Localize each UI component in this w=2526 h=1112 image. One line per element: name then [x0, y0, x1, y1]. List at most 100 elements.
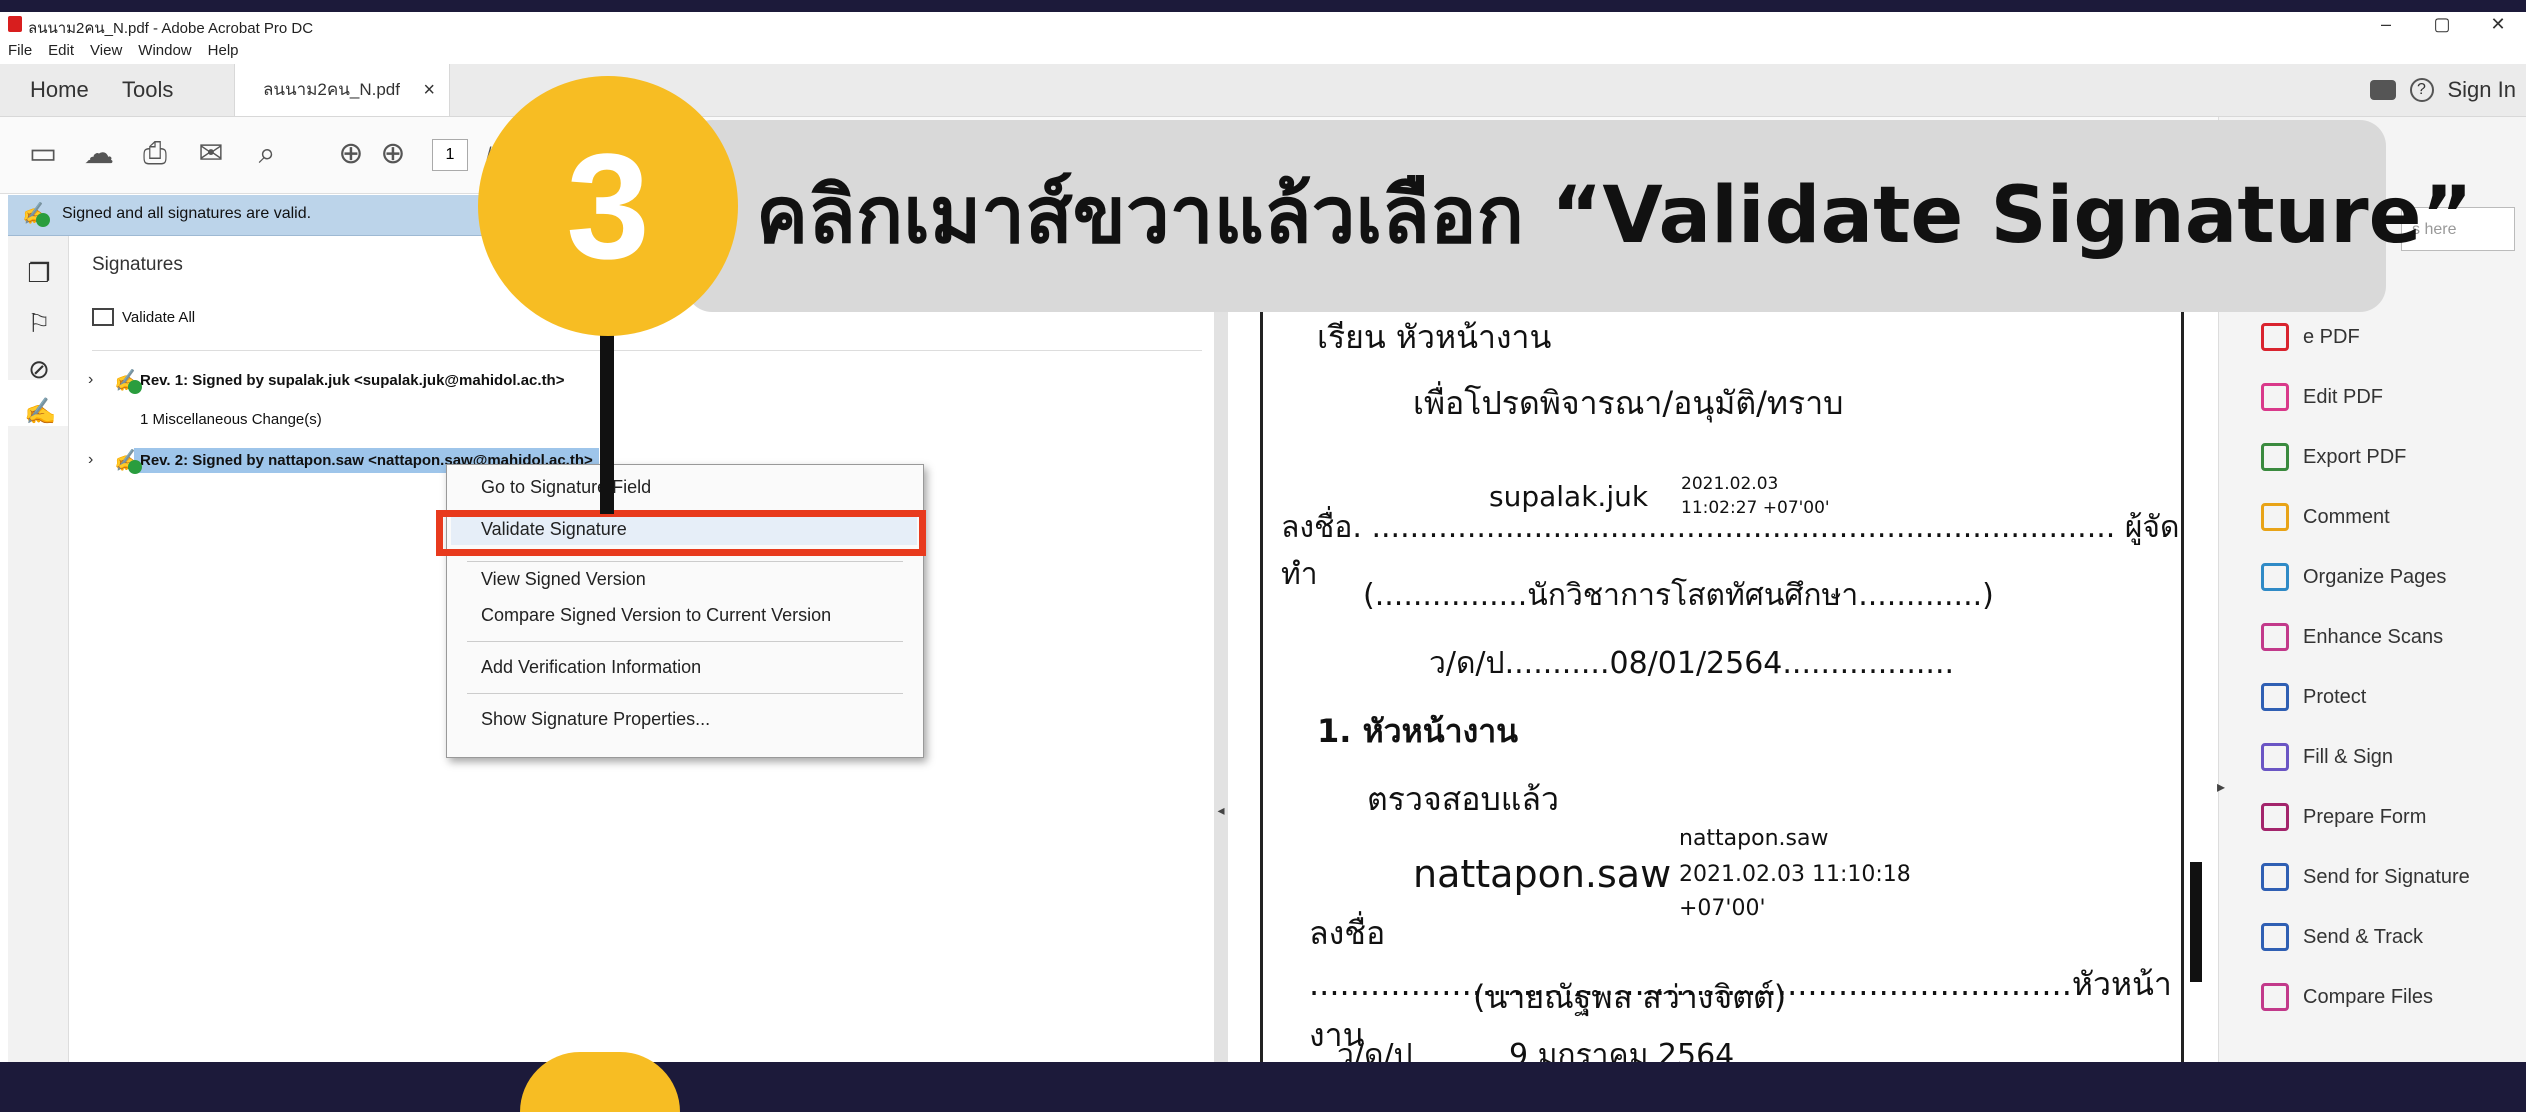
tab-tools[interactable]: Tools	[122, 64, 173, 116]
compare-signed-version-item[interactable]: Compare Signed Version to Current Versio…	[481, 605, 831, 626]
prev-page-icon[interactable]: ⊕	[334, 137, 368, 171]
tool-icon	[2261, 743, 2289, 771]
doc-sig1-position: (................นักวิชาการโสตทัศนศึกษา.…	[1363, 578, 1994, 613]
menu-view[interactable]: View	[90, 42, 122, 59]
doc-sig2-person: (นายณัฐพล สว่างจิตต์)	[1473, 978, 1787, 1016]
doc-purpose: เพื่อโปรดพิจารณา/อนุมัติ/ทราบ	[1413, 384, 1844, 422]
signature-panel-icon[interactable]: ✍	[24, 396, 56, 426]
sign-in-link[interactable]: Sign In	[2448, 77, 2517, 103]
tool-label: Send for Signature	[2303, 865, 2470, 888]
page-thumbnails-icon[interactable]: ❐	[24, 258, 54, 288]
menu-separator	[467, 641, 903, 642]
instruction-text: คลิกเมาส์ขวาแล้วเลือก “Validate Signatur…	[756, 171, 2473, 261]
tool-label: Edit PDF	[2303, 385, 2384, 408]
instruction-banner: คลิกเมาส์ขวาแล้วเลือก “Validate Signatur…	[686, 120, 2473, 312]
tool-label: Send & Track	[2303, 925, 2424, 948]
document-view: เรียน หัวหน้างาน เพื่อโปรดพิจารณา/อนุมัต…	[1228, 236, 2218, 1062]
show-signature-properties-item[interactable]: Show Signature Properties...	[481, 709, 710, 730]
doc-checked: ตรวจสอบแล้ว	[1367, 780, 1559, 818]
tab-bar: Home Tools ลนนาม2คน_N.pdf × ? Sign In	[0, 64, 2526, 117]
go-to-signature-field-item[interactable]: Go to Signature Field	[481, 477, 651, 498]
window-controls: – ▢ ✕	[2358, 12, 2526, 38]
chat-icon[interactable]	[2369, 80, 2396, 100]
close-tab-icon[interactable]: ×	[423, 64, 435, 116]
tool-label: Organize Pages	[2303, 565, 2447, 588]
tool-organize-pages[interactable]: Organize Pages	[2261, 557, 2446, 597]
expand-pane-icon[interactable]: ▸	[2217, 777, 2225, 797]
page-number-input[interactable]: 1	[432, 139, 468, 171]
tool-send-for-signature[interactable]: Send for Signature	[2261, 857, 2470, 897]
left-nav-rail: ❐ ⚐ ⊘ ✍	[8, 236, 69, 1062]
tool-icon	[2261, 683, 2289, 711]
acrobat-window: ลนนาม2คน_N.pdf - Adobe Acrobat Pro DC – …	[0, 12, 2526, 1062]
restore-button[interactable]: ▢	[2414, 12, 2470, 38]
doc-to-line: เรียน หัวหน้างาน	[1317, 318, 1552, 356]
save-icon[interactable]: ▭	[26, 137, 60, 171]
tool-enhance-scans[interactable]: Enhance Scans	[2261, 617, 2443, 657]
tool-prepare-form[interactable]: Prepare Form	[2261, 797, 2426, 837]
panel-splitter[interactable]	[1214, 236, 1228, 1062]
doc-sig2-name: nattapon.saw	[1413, 852, 1672, 896]
doc-section-1: 1. หัวหน้างาน	[1317, 712, 1519, 750]
window-title: ลนนาม2คน_N.pdf - Adobe Acrobat Pro DC	[28, 20, 314, 37]
attachment-icon[interactable]: ⊘	[24, 354, 54, 384]
tool-fill-sign[interactable]: Fill & Sign	[2261, 737, 2393, 777]
tool-icon	[2261, 923, 2289, 951]
tool-e-pdf[interactable]: e PDF	[2261, 317, 2360, 357]
tool-comment[interactable]: Comment	[2261, 497, 2390, 537]
tab-document[interactable]: ลนนาม2คน_N.pdf ×	[234, 64, 450, 116]
tool-icon	[2261, 443, 2289, 471]
tool-label: Protect	[2303, 685, 2367, 708]
signature-status-text: Signed and all signatures are valid.	[62, 205, 312, 222]
help-icon[interactable]: ?	[2409, 78, 2434, 102]
tool-export-pdf[interactable]: Export PDF	[2261, 437, 2406, 477]
view-signed-version-item[interactable]: View Signed Version	[481, 569, 646, 590]
tool-label: e PDF	[2303, 325, 2360, 348]
misc-changes: 1 Miscellaneous Change(s)	[140, 411, 322, 428]
doc-sig2-date-label: ว/ด/ป	[1337, 1038, 1413, 1062]
expand-chevron-icon[interactable]: ›	[88, 371, 102, 389]
tool-icon	[2261, 983, 2289, 1011]
tool-send-track[interactable]: Send & Track	[2261, 917, 2423, 957]
doc-sig2-date-value: 9 มกราคม 2564	[1509, 1038, 1735, 1062]
doc-sig2-small-name: nattapon.saw	[1679, 826, 1829, 851]
step-badge: 3	[478, 76, 738, 336]
menu-separator	[467, 693, 903, 694]
expand-chevron-icon[interactable]: ›	[88, 451, 102, 469]
tool-label: Comment	[2303, 505, 2390, 528]
tool-label: Enhance Scans	[2303, 625, 2444, 648]
menu-file[interactable]: File	[8, 42, 32, 59]
collapse-panel-icon[interactable]: ◂	[1214, 802, 1228, 819]
add-verification-info-item[interactable]: Add Verification Information	[481, 657, 701, 678]
tool-compare-files[interactable]: Compare Files	[2261, 977, 2433, 1017]
signature-rev-1-label: Rev. 1: Signed by supalak.juk <supalak.j…	[140, 371, 565, 389]
menu-help[interactable]: Help	[208, 42, 239, 59]
tool-edit-pdf[interactable]: Edit PDF	[2261, 377, 2383, 417]
tab-home[interactable]: Home	[30, 64, 89, 116]
upload-cloud-icon[interactable]: ☁	[82, 137, 116, 171]
tab-document-label: ลนนาม2คน_N.pdf	[263, 80, 400, 99]
top-right-nav: ? Sign In	[2369, 64, 2517, 116]
minimize-button[interactable]: –	[2358, 12, 2414, 38]
email-icon[interactable]: ✉	[194, 137, 228, 171]
tool-icon	[2261, 863, 2289, 891]
options-menu-icon[interactable]	[92, 308, 114, 326]
menu-edit[interactable]: Edit	[48, 42, 74, 59]
tool-protect[interactable]: Protect	[2261, 677, 2366, 717]
title-bar: ลนนาม2คน_N.pdf - Adobe Acrobat Pro DC – …	[0, 12, 2526, 38]
validate-all-button[interactable]: Validate All	[92, 308, 195, 326]
document-scrollbar-thumb[interactable]	[2190, 862, 2202, 982]
panel-divider	[92, 350, 1202, 351]
print-icon[interactable]: ⎙	[138, 137, 172, 171]
menu-window[interactable]: Window	[138, 42, 191, 59]
search-icon[interactable]: ⌕	[250, 137, 284, 171]
bookmark-icon[interactable]: ⚐	[24, 308, 54, 338]
close-window-button[interactable]: ✕	[2470, 12, 2526, 38]
tool-label: Export PDF	[2303, 445, 2407, 468]
tool-icon	[2261, 383, 2289, 411]
validate-all-label: Validate All	[122, 308, 196, 326]
next-page-icon[interactable]: ⊕	[376, 137, 410, 171]
signature-valid-icon: ✍	[114, 448, 142, 474]
signature-rev-1[interactable]: › ✍ Rev. 1: Signed by supalak.juk <supal…	[88, 366, 570, 394]
tool-label: Compare Files	[2303, 985, 2434, 1008]
